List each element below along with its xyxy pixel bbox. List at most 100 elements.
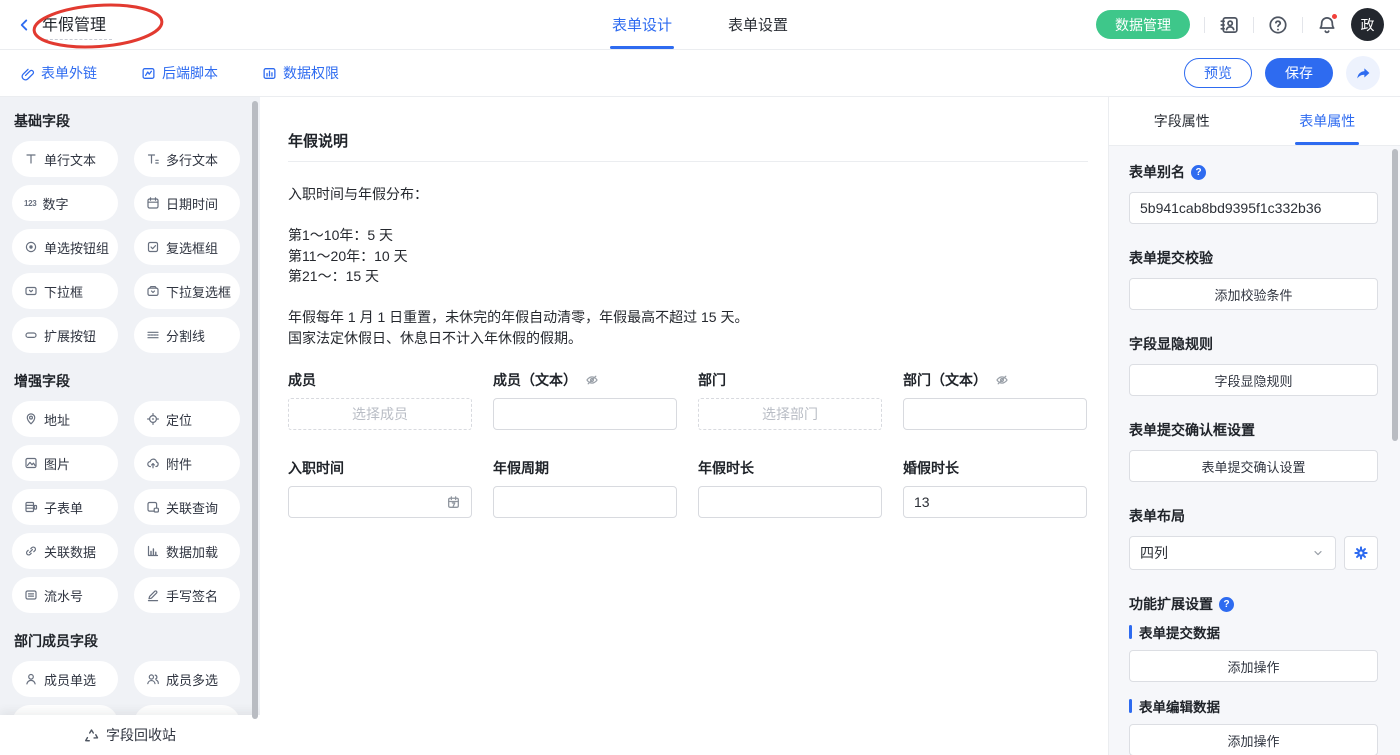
sidebar-item-multi-select[interactable]: 下拉复选框: [134, 273, 240, 309]
sidebar-item-serial-number[interactable]: 流水号: [12, 577, 118, 613]
sidebar-item-address[interactable]: 地址: [12, 401, 118, 437]
add-action-button[interactable]: 添加操作: [1129, 650, 1378, 682]
sidebar-item-label: 地址: [44, 410, 70, 429]
toolbar-link[interactable]: 表单外链: [20, 63, 97, 83]
panel-action-button[interactable]: 字段显隐规则: [1129, 364, 1378, 396]
panel-action-button[interactable]: 表单提交确认设置: [1129, 450, 1378, 482]
tab-form-properties[interactable]: 表单属性: [1255, 97, 1400, 145]
sidebar-item-label: 单选按钮组: [44, 238, 109, 257]
panel-tabs: 字段属性 表单属性: [1109, 97, 1400, 146]
layout-settings-button[interactable]: [1344, 536, 1378, 570]
field-recycle-bin[interactable]: 字段回收站: [0, 715, 260, 755]
date-input[interactable]: [288, 486, 472, 518]
canvas-field[interactable]: 部门（文本）: [903, 372, 1087, 430]
toolbar-link-label: 后端脚本: [162, 63, 218, 83]
form-alias-input[interactable]: 5b941cab8bd9395f1c332b36: [1129, 192, 1378, 224]
text-input[interactable]: [903, 398, 1087, 430]
sidebar-item-member-single[interactable]: 成员单选: [12, 661, 118, 697]
canvas-field[interactable]: 年假周期: [493, 460, 677, 518]
help-badge-icon[interactable]: ?: [1191, 165, 1206, 180]
sidebar-item-linked-query[interactable]: 关联查询: [134, 489, 240, 525]
text-input[interactable]: 13: [903, 486, 1087, 518]
share-button[interactable]: [1346, 56, 1380, 90]
sidebar-item-extend-button[interactable]: 扩展按钮: [12, 317, 118, 353]
sidebar-item-label: 多行文本: [166, 150, 218, 169]
tool-links: 表单外链 后端脚本 数据权限: [20, 63, 339, 83]
eye-off-icon: [585, 373, 599, 387]
sidebar-item-label: 手写签名: [166, 586, 218, 605]
avatar[interactable]: 政: [1351, 8, 1384, 41]
canvas-field[interactable]: 成员（文本）: [493, 372, 677, 430]
sidebar-item-member-multi[interactable]: 成员多选: [134, 661, 240, 697]
save-button[interactable]: 保存: [1265, 58, 1333, 88]
text-input[interactable]: [493, 398, 677, 430]
address-icon: [24, 412, 38, 426]
sidebar-item-attachment[interactable]: 附件: [134, 445, 240, 481]
canvas-field[interactable]: 年假时长: [698, 460, 882, 518]
form-alias-value: 5b941cab8bd9395f1c332b36: [1140, 200, 1321, 216]
sidebar-item-label: 数据加载: [166, 542, 218, 561]
tab-form-settings[interactable]: 表单设置: [726, 0, 790, 49]
script-icon: [141, 66, 156, 81]
sidebar-item-signature[interactable]: 手写签名: [134, 577, 240, 613]
form-toolbar: 表单外链 后端脚本 数据权限 预览 保存: [0, 50, 1400, 97]
sidebar-item-linked-data[interactable]: 关联数据: [12, 533, 118, 569]
sidebar-item-divider[interactable]: 分割线: [134, 317, 240, 353]
tab-field-properties[interactable]: 字段属性: [1109, 97, 1255, 145]
linked-query-icon: [146, 500, 160, 514]
sidebar-item-single-line-text[interactable]: 单行文本: [12, 141, 118, 177]
sidebar-item-multi-line-text[interactable]: 多行文本: [134, 141, 240, 177]
sidebar-item-number[interactable]: 123数字: [12, 185, 118, 221]
sidebar-item-image[interactable]: 图片: [12, 445, 118, 481]
contacts-icon[interactable]: [1219, 15, 1239, 35]
sidebar-item-location[interactable]: 定位: [134, 401, 240, 437]
canvas-field[interactable]: 成员选择成员: [288, 372, 472, 430]
add-action-button[interactable]: 添加操作: [1129, 724, 1378, 755]
picker-input[interactable]: 选择部门: [698, 398, 882, 430]
select-icon: [24, 284, 38, 298]
description-divider: [288, 161, 1088, 162]
form-title-input[interactable]: 年假管理: [40, 9, 112, 40]
field-label: 部门: [698, 370, 726, 390]
divider: [1302, 17, 1303, 33]
section-accent-bar: [1129, 625, 1132, 639]
sidebar-scrollbar[interactable]: [252, 101, 258, 719]
picker-input[interactable]: 选择成员: [288, 398, 472, 430]
section-accent-bar: [1129, 699, 1132, 713]
panel-section: 表单布局四列: [1129, 508, 1378, 570]
form-description[interactable]: 入职时间与年假分布： 第1～10年：5 天 第11～20年：10 天 第21～：…: [288, 184, 1088, 348]
canvas-field[interactable]: 婚假时长13: [903, 460, 1087, 518]
canvas-field[interactable]: 入职时间: [288, 460, 472, 518]
sidebar-item-data-load[interactable]: 数据加载: [134, 533, 240, 569]
help-icon[interactable]: [1268, 15, 1288, 35]
sidebar-item-label: 定位: [166, 410, 192, 429]
sidebar-section-title: 基础字段: [14, 113, 248, 129]
sidebar-section-title: 部门成员字段: [14, 633, 248, 649]
toolbar-link[interactable]: 后端脚本: [141, 63, 218, 83]
data-manage-button[interactable]: 数据管理: [1096, 10, 1190, 39]
location-icon: [146, 412, 160, 426]
sidebar-section-title: 增强字段: [14, 373, 248, 389]
back-icon[interactable]: [16, 17, 32, 33]
panel-scrollbar[interactable]: [1392, 149, 1398, 441]
preview-button[interactable]: 预览: [1184, 58, 1252, 88]
toolbar-link[interactable]: 数据权限: [262, 63, 339, 83]
sidebar-item-radio-group[interactable]: 单选按钮组: [12, 229, 118, 265]
sidebar-item-checkbox-group[interactable]: 复选框组: [134, 229, 240, 265]
text-input[interactable]: [698, 486, 882, 518]
sidebar-item-datetime[interactable]: 日期时间: [134, 185, 240, 221]
bell-icon[interactable]: [1317, 15, 1337, 35]
panel-action-button[interactable]: 添加校验条件: [1129, 278, 1378, 310]
sidebar-item-label: 子表单: [44, 498, 83, 517]
single-line-text-icon: [24, 152, 38, 166]
canvas-field[interactable]: 部门选择部门: [698, 372, 882, 430]
sidebar-item-subform[interactable]: 子表单: [12, 489, 118, 525]
sidebar-item-select[interactable]: 下拉框: [12, 273, 118, 309]
description-widget-title[interactable]: 年假说明: [288, 130, 1088, 151]
form-layout-select[interactable]: 四列: [1129, 536, 1336, 570]
linked-data-icon: [24, 544, 38, 558]
help-badge-icon[interactable]: ?: [1219, 597, 1234, 612]
sidebar-item-label: 附件: [166, 454, 192, 473]
text-input[interactable]: [493, 486, 677, 518]
tab-form-design[interactable]: 表单设计: [610, 0, 674, 49]
